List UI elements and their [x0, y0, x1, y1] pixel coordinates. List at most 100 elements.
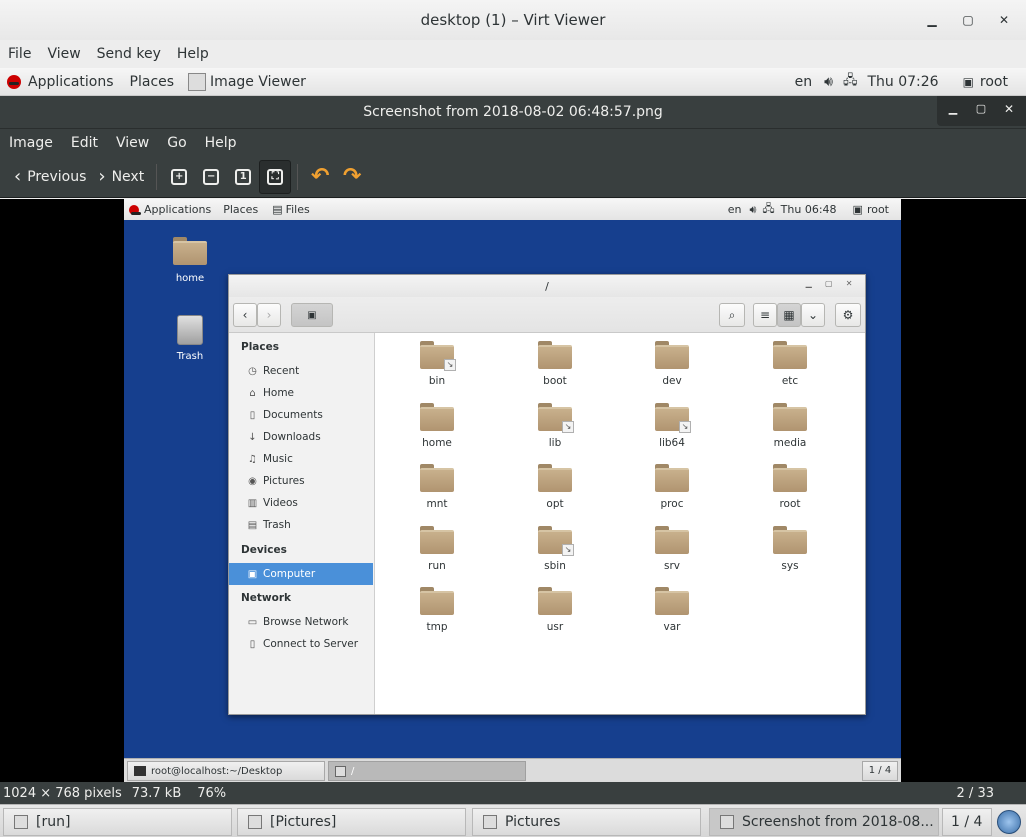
zoom-fit-button[interactable]: ⛶	[259, 159, 292, 194]
menu-view[interactable]: View	[107, 135, 158, 151]
zoom-in-icon: +	[171, 168, 188, 185]
zoom-out-button[interactable]: −	[195, 160, 227, 194]
desktop-icon-home: home	[170, 237, 210, 284]
inner-top-panel: Applications Places ▤ Files en 🔊︎ 🖧 Thu …	[124, 199, 901, 220]
active-app-menu[interactable]: Image Viewer	[210, 74, 306, 90]
notification-icon[interactable]	[997, 810, 1021, 834]
inner-task-files: /	[328, 761, 526, 781]
folder-icon	[655, 341, 689, 369]
menu-send-key[interactable]: Send key	[89, 46, 169, 62]
gear-icon: ⚙	[842, 308, 854, 322]
inner-active-app-label: Files	[285, 203, 310, 216]
folder-label: media	[773, 437, 807, 449]
folder-item: run	[397, 526, 477, 582]
user-icon: ▣	[962, 74, 974, 89]
pager-label: 1 / 4	[951, 814, 983, 830]
download-icon: ↓	[248, 431, 257, 443]
language-indicator[interactable]: en	[795, 74, 813, 90]
music-icon: ♫	[248, 453, 257, 465]
inner-lang-label: en	[727, 203, 742, 216]
folder-icon	[773, 341, 807, 369]
sidebar-item-videos: ▥ Videos	[229, 492, 373, 514]
sidebar-label: Home	[263, 387, 295, 399]
arrow-right-icon: ›	[98, 166, 106, 187]
window-title: desktop (1) – Virt Viewer	[420, 11, 606, 29]
image-viewer-title: Screenshot from 2018-08-02 06:48:57.png	[363, 104, 663, 120]
places-menu[interactable]: Places	[130, 74, 175, 90]
view-options-button: ⌄	[801, 303, 825, 327]
menu-file[interactable]: File	[0, 46, 39, 62]
trash-icon: ▤	[247, 519, 258, 531]
image-viewer-icon	[720, 815, 734, 829]
sidebar-label: Downloads	[263, 431, 321, 443]
sidebar-label: Trash	[263, 519, 291, 531]
iv-maximize-button[interactable]: ▢	[971, 102, 991, 120]
task-pictures-folder[interactable]: [Pictures]	[237, 808, 466, 836]
iv-minimize-button[interactable]: ▁	[943, 102, 963, 120]
menu-help[interactable]: Help	[169, 46, 217, 62]
files-icon	[248, 815, 262, 829]
virt-viewer-menubar: File View Send key Help	[0, 40, 1026, 68]
rotate-right-button[interactable]: ↷	[336, 160, 368, 194]
folder-item: ↘ lib	[515, 403, 595, 459]
files-window: / ▁ ▢ ✕ ‹ › ▣ ⌕ ≡ ▦ ⌄ ⚙ Places ◷ Recent ⌂ Ho…	[228, 274, 866, 715]
folder-label: var	[663, 621, 681, 633]
folder-icon	[773, 526, 807, 554]
drive-icon: ▣	[307, 309, 317, 321]
redhat-logo-icon	[129, 204, 141, 215]
location-computer-button: ▣	[291, 303, 333, 327]
folder-item: boot	[515, 341, 595, 397]
folder-icon	[420, 526, 454, 554]
folder-icon	[420, 587, 454, 615]
files-title: /	[545, 279, 549, 293]
task-pictures[interactable]: Pictures	[472, 808, 701, 836]
sidebar-item-music: ♫ Music	[229, 448, 373, 470]
folder-item: dev	[632, 341, 712, 397]
zoom-in-button[interactable]: +	[163, 160, 195, 194]
folder-item: opt	[515, 464, 595, 520]
network-icon: ▭	[247, 616, 258, 628]
folder-label: root	[779, 498, 801, 510]
applications-menu[interactable]: Applications	[28, 74, 114, 90]
menu-help[interactable]: Help	[196, 135, 246, 151]
sidebar-item-connect-server: ▯ Connect to Server	[229, 633, 373, 655]
zoom-out-icon: −	[203, 168, 220, 185]
close-button[interactable]: ✕	[994, 10, 1014, 30]
guest-top-panel: Applications Places Image Viewer en 🔊︎ 🖧…	[0, 68, 1026, 96]
menu-go[interactable]: Go	[158, 135, 195, 151]
camera-icon: ◉	[248, 475, 257, 487]
maximize-button[interactable]: ▢	[958, 10, 978, 30]
toolbar-separator	[297, 163, 299, 190]
inner-user-label: root	[866, 203, 889, 216]
minimize-button[interactable]: ▁	[922, 10, 942, 30]
previous-button[interactable]: ‹ Previous	[8, 160, 92, 194]
clock-icon: ◷	[248, 365, 257, 377]
folder-label: run	[428, 560, 446, 572]
clock[interactable]: Thu 07:26	[867, 74, 938, 90]
task-screenshot-viewer[interactable]: Screenshot from 2018-08...	[709, 808, 939, 836]
next-button[interactable]: › Next	[92, 160, 150, 194]
menu-view[interactable]: View	[39, 46, 88, 62]
network-icon[interactable]: 🖧	[843, 71, 858, 93]
user-menu[interactable]: root	[980, 74, 1008, 90]
menu-image[interactable]: Image	[0, 135, 62, 151]
home-icon: ⌂	[249, 387, 256, 399]
settings-button: ⚙	[835, 303, 861, 327]
files-toolbar: ‹ › ▣ ⌕ ≡ ▦ ⌄ ⚙	[229, 297, 865, 333]
folder-item: var	[632, 587, 712, 643]
inner-task-label: root@localhost:~/Desktop	[151, 765, 283, 777]
menu-edit[interactable]: Edit	[62, 135, 107, 151]
rotate-left-button[interactable]: ↶	[304, 160, 336, 194]
task-run[interactable]: [run]	[3, 808, 232, 836]
iv-close-button[interactable]: ✕	[999, 102, 1019, 120]
sidebar-label: Connect to Server	[263, 638, 359, 650]
workspace-pager[interactable]: 1 / 4	[942, 808, 992, 836]
image-viewer-menubar: Image Edit View Go Help	[0, 128, 1026, 156]
folder-item: mnt	[397, 464, 477, 520]
volume-icon[interactable]: 🔊︎	[824, 74, 833, 90]
network-icon: 🖧	[762, 202, 775, 215]
zoom-normal-button[interactable]: 1	[227, 160, 259, 194]
rotate-right-icon: ↷	[342, 164, 362, 189]
folder-label: dev	[662, 375, 682, 387]
folder-label: sbin	[544, 560, 566, 572]
